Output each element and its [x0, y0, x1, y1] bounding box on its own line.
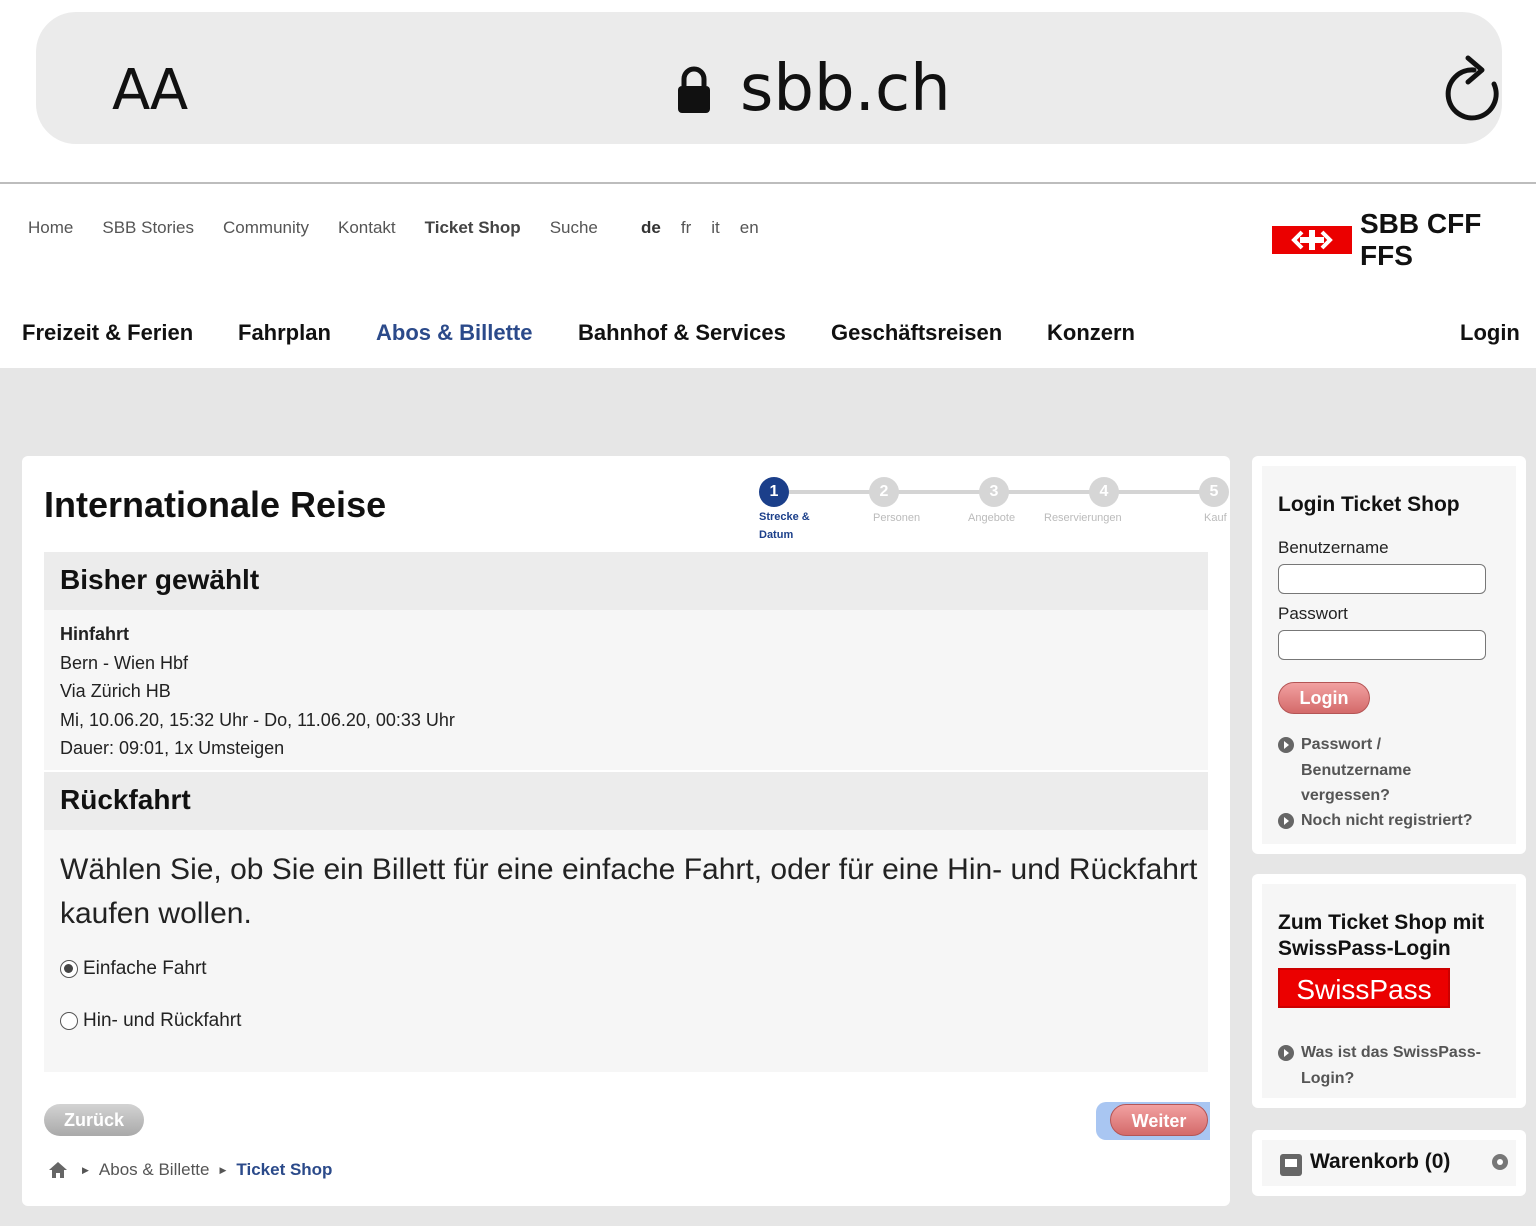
- nav-konzern[interactable]: Konzern: [1047, 320, 1135, 346]
- radio-return-trip[interactable]: [60, 1012, 78, 1030]
- lang-en[interactable]: en: [740, 218, 759, 238]
- outbound-duration: Dauer: 09:01, 1x Umsteigen: [60, 738, 285, 758]
- breadcrumb-separator-icon: ▶: [82, 1164, 89, 1175]
- booking-card: Internationale Reise 1 2 3 4 5 Strecke &…: [22, 456, 1230, 1206]
- option-return-trip[interactable]: Hin- und Rückfahrt: [60, 1010, 241, 1032]
- nav-bahnhof[interactable]: Bahnhof & Services: [578, 320, 786, 346]
- outbound-route: Bern - Wien Hbf: [60, 652, 189, 673]
- page-title: Internationale Reise: [44, 484, 387, 525]
- back-button[interactable]: Zurück: [44, 1104, 144, 1136]
- option-return-label: Hin- und Rückfahrt: [83, 1010, 242, 1031]
- login-box: Login Ticket Shop Benutzername Passwort …: [1252, 456, 1526, 854]
- return-options: Wählen Sie, ob Sie ein Billett für eine …: [44, 830, 1208, 1072]
- next-button[interactable]: Weiter: [1110, 1104, 1208, 1136]
- main-navigation: Freizeit & Ferien Fahrplan Abos & Billet…: [0, 286, 1536, 368]
- nav-fahrplan[interactable]: Fahrplan: [238, 320, 331, 346]
- lock-icon: [678, 66, 710, 113]
- step-2: 2: [869, 477, 899, 507]
- step-1-label: Strecke & Datum: [759, 511, 810, 541]
- step-4: 4: [1089, 477, 1119, 507]
- address-bar[interactable]: AA sbb.ch: [36, 12, 1502, 144]
- trip-type-question: Wählen Sie, ob Sie ein Billett für eine …: [60, 853, 1198, 930]
- swisspass-logo[interactable]: SwissPass: [1278, 968, 1450, 1008]
- arrow-circle-icon: [1278, 737, 1294, 753]
- meta-link-ticket-shop[interactable]: Ticket Shop: [425, 218, 521, 238]
- sbb-flag-icon: [1272, 226, 1352, 254]
- cart-label: Warenkorb (0): [1310, 1150, 1451, 1173]
- selected-heading: Bisher gewählt: [60, 564, 260, 595]
- breadcrumb: ▶ Abos & Billette ▶ Ticket Shop: [48, 1160, 332, 1180]
- step-4-label: Reservierungen: [1044, 512, 1122, 524]
- progress-steps: 1 2 3 4 5 Strecke & Datum Personen Angeb…: [738, 466, 1229, 546]
- step-3: 3: [979, 477, 1009, 507]
- cart-box[interactable]: Warenkorb (0): [1252, 1130, 1526, 1196]
- outbound-label: Hinfahrt: [60, 624, 129, 644]
- arrow-circle-icon: [1278, 813, 1294, 829]
- browser-toolbar: AA sbb.ch: [0, 0, 1536, 184]
- swisspass-box: Zum Ticket Shop mit SwissPass-Login Swis…: [1252, 874, 1526, 1108]
- reload-icon[interactable]: [1444, 54, 1506, 126]
- return-heading: Rückfahrt: [60, 784, 191, 815]
- breadcrumb-abos[interactable]: Abos & Billette: [99, 1160, 210, 1180]
- nav-geschaeftsreisen[interactable]: Geschäftsreisen: [831, 320, 1002, 346]
- option-single-label: Einfache Fahrt: [83, 958, 207, 979]
- nav-freizeit[interactable]: Freizeit & Ferien: [22, 320, 193, 346]
- return-section-header: Rückfahrt: [44, 772, 1208, 830]
- password-label: Passwort: [1278, 604, 1348, 623]
- forgot-password-text: Passwort / Benutzername vergessen?: [1301, 736, 1412, 804]
- meta-link-stories[interactable]: SBB Stories: [102, 218, 194, 238]
- radio-single-trip[interactable]: [60, 960, 78, 978]
- login-button[interactable]: Login: [1278, 682, 1370, 714]
- meta-link-contact[interactable]: Kontakt: [338, 218, 396, 238]
- breadcrumb-ticket-shop[interactable]: Ticket Shop: [236, 1160, 332, 1180]
- sbb-logo[interactable]: SBB CFF FFS: [1272, 208, 1536, 272]
- forgot-password-link[interactable]: Passwort / Benutzername vergessen?: [1278, 732, 1478, 809]
- lang-it[interactable]: it: [711, 218, 720, 238]
- cart-icon: [1280, 1154, 1302, 1176]
- nav-login[interactable]: Login: [1460, 320, 1520, 346]
- outbound-times: Mi, 10.06.20, 15:32 Uhr - Do, 11.06.20, …: [60, 709, 455, 730]
- register-link[interactable]: Noch nicht registriert?: [1278, 808, 1518, 834]
- sbb-logo-text: SBB CFF FFS: [1360, 208, 1482, 271]
- register-text: Noch nicht registriert?: [1301, 812, 1473, 829]
- text-size-button[interactable]: AA: [112, 58, 188, 123]
- meta-link-home[interactable]: Home: [28, 218, 73, 238]
- outbound-via: Via Zürich HB: [60, 681, 171, 701]
- breadcrumb-separator-icon: ▶: [219, 1164, 227, 1175]
- step-1: 1: [759, 477, 789, 507]
- meta-link-search[interactable]: Suche: [550, 218, 598, 238]
- arrow-circle-icon: [1278, 1045, 1294, 1061]
- url-domain: sbb.ch: [740, 52, 951, 126]
- username-input[interactable]: [1278, 564, 1486, 594]
- swisspass-info-text: Was ist das SwissPass-Login?: [1301, 1044, 1481, 1087]
- login-title: Login Ticket Shop: [1278, 493, 1460, 516]
- outbound-details: Hinfahrt Bern - Wien Hbf Via Zürich HB M…: [44, 610, 1208, 770]
- nav-abos-billette[interactable]: Abos & Billette: [376, 320, 532, 346]
- lang-de[interactable]: de: [641, 218, 661, 238]
- password-input[interactable]: [1278, 630, 1486, 660]
- meta-link-community[interactable]: Community: [223, 218, 309, 238]
- swisspass-info-link[interactable]: Was ist das SwissPass-Login?: [1278, 1040, 1508, 1091]
- username-label: Benutzername: [1278, 538, 1389, 557]
- step-5: 5: [1199, 477, 1229, 507]
- step-2-label: Personen: [873, 512, 921, 524]
- lang-fr[interactable]: fr: [681, 218, 691, 238]
- expand-icon[interactable]: [1492, 1154, 1508, 1170]
- swisspass-title: Zum Ticket Shop mit SwissPass-Login: [1278, 911, 1485, 960]
- option-single-trip[interactable]: Einfache Fahrt: [60, 958, 207, 980]
- selected-section-header: Bisher gewählt: [44, 552, 1208, 610]
- home-icon[interactable]: [48, 1161, 68, 1179]
